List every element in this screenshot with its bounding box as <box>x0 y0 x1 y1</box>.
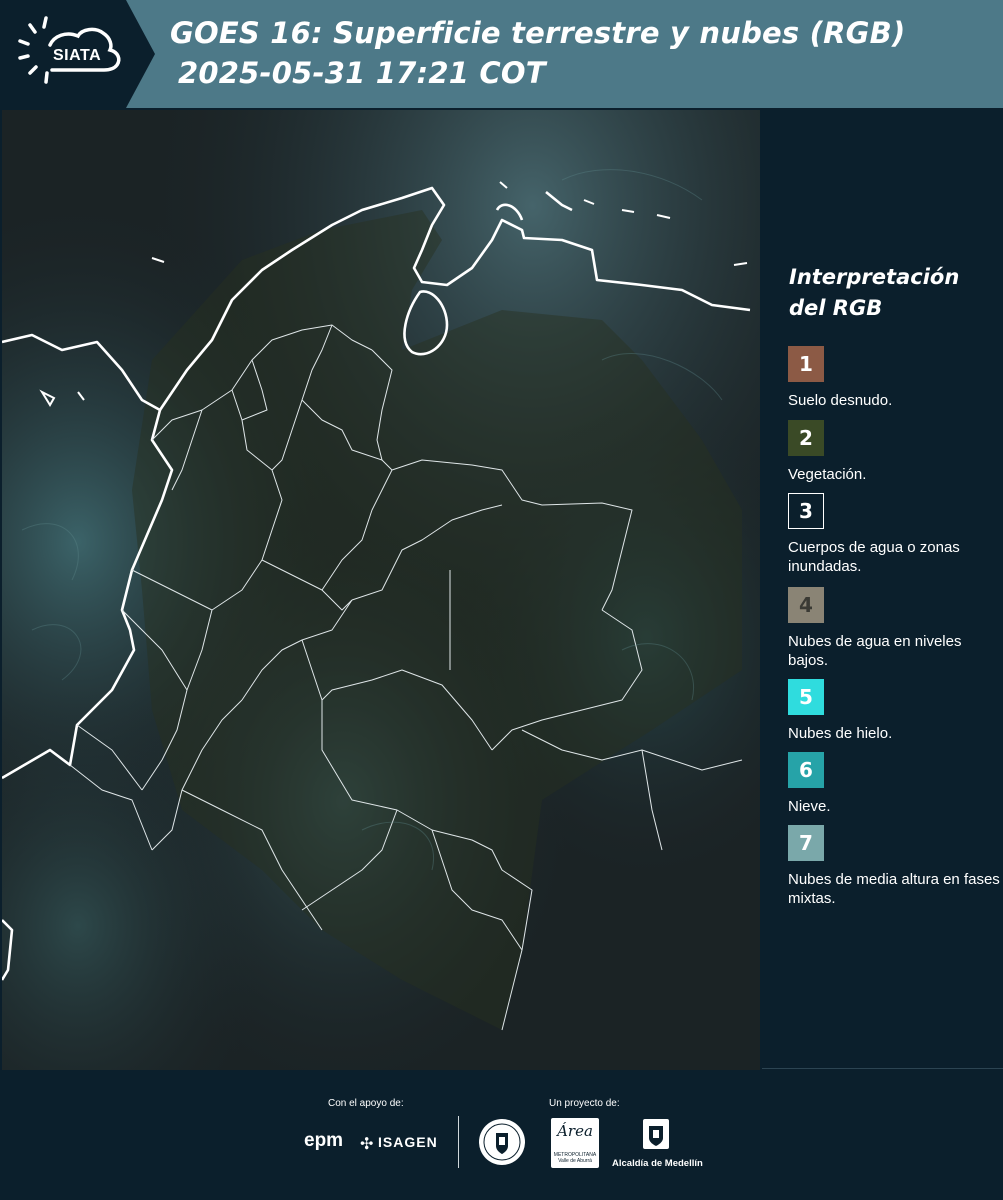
legend-swatch: 4 <box>788 587 824 623</box>
legend-title: Interpretación del RGB <box>789 265 960 320</box>
medellin-seal-icon <box>479 1119 525 1165</box>
satellite-map[interactable] <box>2 110 760 1070</box>
legend-item-label: Nubes de agua en niveles bajos. <box>788 633 962 669</box>
alcaldia-shield-icon <box>643 1119 669 1149</box>
legend-item-label: Nubes de hielo. <box>788 725 893 742</box>
page-timestamp: 2025-05-31 17:21 COT <box>178 56 546 90</box>
footer: Con el apoyo de: Un proyecto de: epm ✣ I… <box>0 1068 1003 1200</box>
legend-swatch: 3 <box>788 493 824 529</box>
page-title: GOES 16: Superficie terrestre y nubes (R… <box>170 16 906 50</box>
epm-logo: epm <box>304 1130 344 1151</box>
isagen-logo: ISAGEN <box>378 1134 438 1150</box>
legend-item-snow: 6 Nieve. <box>788 752 1000 816</box>
legend-swatch: 6 <box>788 752 824 788</box>
legend-item-label: Nubes de media altura en fases mixtas. <box>788 871 1000 907</box>
footer-divider <box>458 1116 459 1168</box>
legend-item-water-bodies: 3 Cuerpos de agua o zonas inundadas. <box>788 493 1000 576</box>
siata-logo: SIATA <box>0 0 155 108</box>
logo-text: SIATA <box>53 47 102 64</box>
area-metropolitana-logo: Área METROPOLITANA Valle de Aburrá <box>551 1118 599 1168</box>
legend-swatch: 5 <box>788 679 824 715</box>
legend-swatch: 7 <box>788 825 824 861</box>
legend-item-mixed-phase-clouds: 7 Nubes de media altura en fases mixtas. <box>788 825 1000 908</box>
legend-swatch: 2 <box>788 420 824 456</box>
alcaldia-label: Alcaldía de Medellín <box>612 1158 703 1169</box>
area-logo-subtitle: METROPOLITANA Valle de Aburrá <box>553 1152 597 1164</box>
legend-item-label: Nieve. <box>788 798 831 815</box>
area-logo-name: Área <box>557 1122 593 1140</box>
legend-item-low-water-clouds: 4 Nubes de agua en niveles bajos. <box>788 587 1000 670</box>
isagen-logo-icon: ✣ <box>360 1136 374 1153</box>
legend-item-label: Vegetación. <box>788 466 867 483</box>
footer-divider-line <box>762 1068 1003 1069</box>
legend-item-label: Suelo desnudo. <box>788 392 893 409</box>
project-label: Un proyecto de: <box>549 1098 620 1109</box>
header: SIATA GOES 16: Superficie terrestre y nu… <box>0 0 1003 108</box>
legend-item-vegetation: 2 Vegetación. <box>788 420 1000 484</box>
legend-item-bare-soil: 1 Suelo desnudo. <box>788 346 1000 410</box>
legend-swatch: 1 <box>788 346 824 382</box>
legend-panel: Interpretación del RGB 1 Suelo desnudo. … <box>762 110 1003 1068</box>
support-label: Con el apoyo de: <box>328 1098 404 1109</box>
legend-item-label: Cuerpos de agua o zonas inundadas. <box>788 539 960 575</box>
legend-item-ice-clouds: 5 Nubes de hielo. <box>788 679 1000 743</box>
